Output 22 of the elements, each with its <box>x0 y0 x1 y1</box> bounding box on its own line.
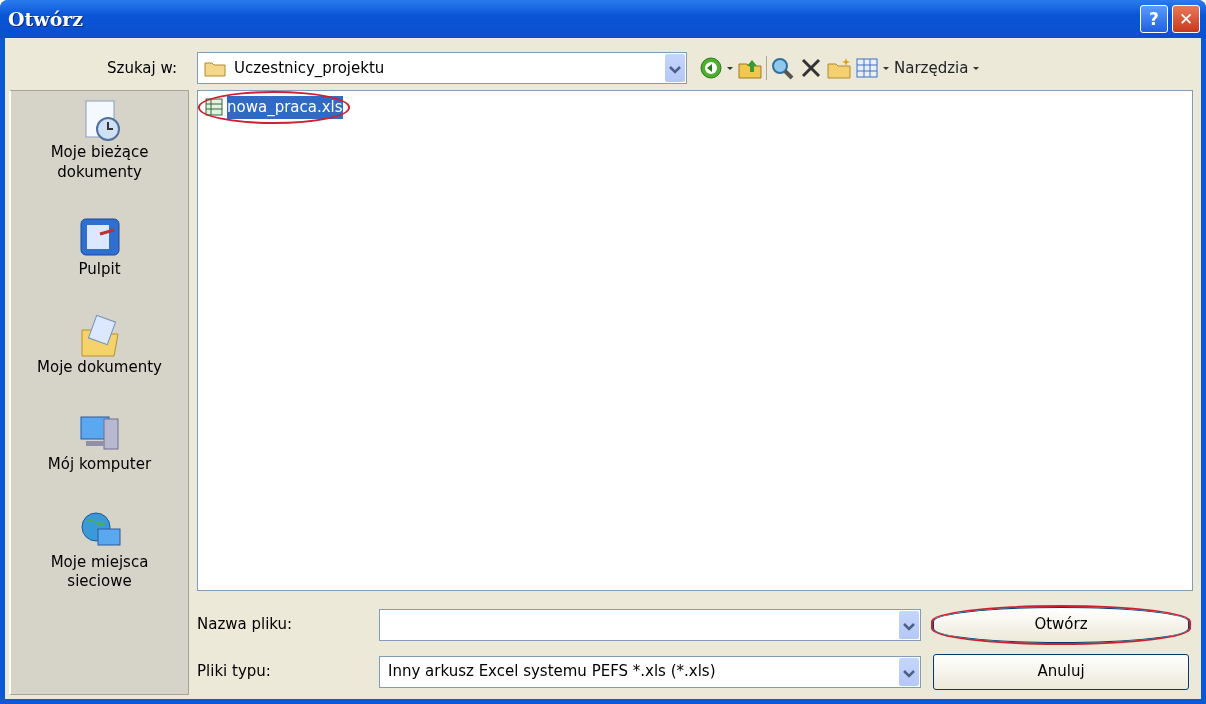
help-button[interactable]: ? <box>1140 5 1168 33</box>
close-button[interactable]: ✕ <box>1172 5 1200 33</box>
open-button[interactable]: Otwórz <box>933 606 1189 643</box>
file-name-label: Nazwa pliku: <box>197 614 294 636</box>
look-in-dropdown[interactable]: Uczestnicy_projektu <box>197 52 687 84</box>
file-type-label: Pliki typu: <box>197 661 272 683</box>
delete-icon[interactable] <box>799 56 823 80</box>
place-item[interactable]: Moje miejsca sieciowe <box>14 506 185 594</box>
tools-menu[interactable]: Narzędzia <box>893 55 982 81</box>
place-item[interactable]: Moje dokumenty <box>14 311 185 379</box>
place-item[interactable]: Moje bieżące dokumenty <box>14 97 185 184</box>
folder-icon <box>204 59 226 77</box>
window-title: Otwórz <box>8 6 84 32</box>
spreadsheet-icon <box>205 98 223 117</box>
cancel-button[interactable]: Anuluj <box>933 653 1189 690</box>
file-name-dropdown[interactable] <box>379 608 921 641</box>
back-icon[interactable] <box>699 56 723 80</box>
place-item[interactable]: Mój komputer <box>14 409 185 477</box>
place-item[interactable]: Pulpit <box>14 214 185 282</box>
look-in-label: Szukaj w: <box>107 57 177 79</box>
search-icon[interactable] <box>770 56 796 80</box>
file-type-dropdown[interactable]: Inny arkusz Excel systemu PEFS *.xls (*.xls) <box>379 655 921 688</box>
